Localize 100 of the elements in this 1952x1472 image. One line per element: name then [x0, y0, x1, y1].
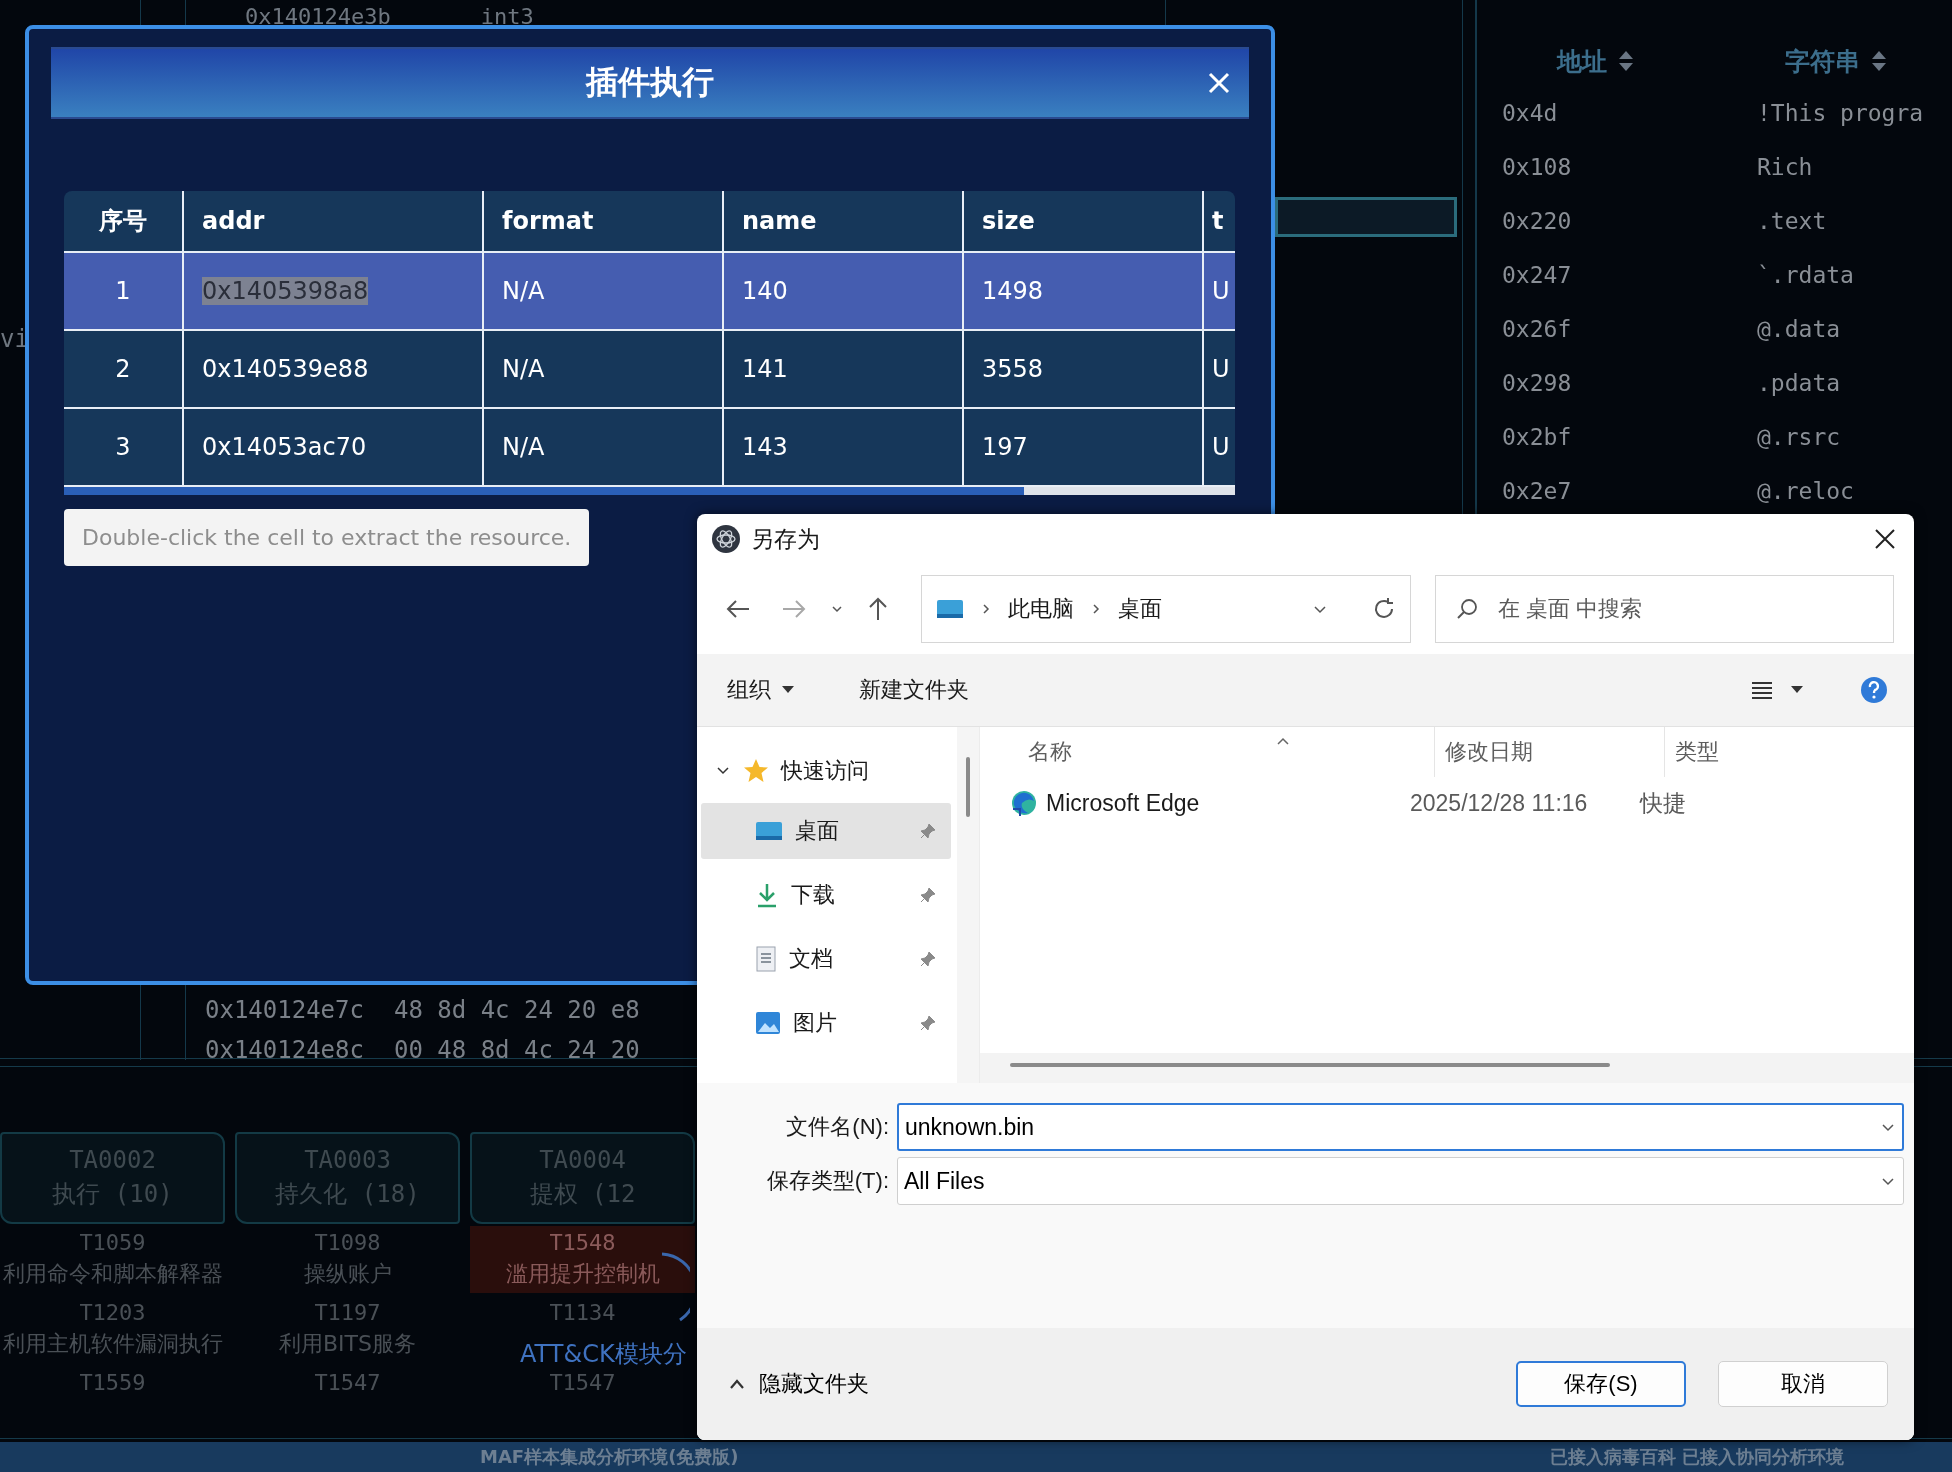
address-cell-text: 0x298: [1501, 370, 1573, 396]
file-date: 2025/12/28 11:16: [1410, 789, 1589, 817]
technique-id: T1547: [549, 1370, 616, 1395]
breadcrumb-item[interactable]: 此电脑: [1008, 594, 1074, 624]
string-cell: @.rsrc: [1757, 424, 1841, 450]
sidebar-item[interactable]: 桌面: [701, 803, 951, 859]
hex-address: 0x140124e7c: [205, 996, 364, 1024]
view-icon[interactable]: [1750, 680, 1774, 700]
technique-id: T1203: [79, 1300, 146, 1325]
address-cell-text: 0x26f: [1501, 316, 1573, 342]
breadcrumb-item[interactable]: 桌面: [1118, 594, 1162, 624]
table-cell[interactable]: 1498: [963, 252, 1203, 330]
technique-id: T1059: [79, 1230, 146, 1255]
field-label: 保存类型(T):: [765, 1167, 890, 1195]
picture-icon: [755, 1011, 781, 1035]
save-button[interactable]: 保存(S): [1516, 1361, 1686, 1407]
caret-icon[interactable]: [1790, 685, 1804, 695]
app-icon: [711, 524, 741, 554]
pin-icon[interactable]: [919, 950, 937, 968]
star-icon: [743, 758, 769, 784]
technique-id: T1559: [79, 1370, 146, 1395]
table-cell[interactable]: 0x140539e88: [183, 330, 483, 408]
tactic-name: 提权 (12: [529, 1179, 636, 1210]
organize-button[interactable]: 组织: [723, 671, 799, 709]
hex-bytes: 00 48 8d 4c 24 20: [393, 1036, 640, 1064]
string-cell: !This progra: [1757, 100, 1924, 126]
close-icon[interactable]: [1874, 528, 1896, 550]
field-label: 文件名(N):: [785, 1113, 890, 1141]
column-header[interactable]: 名称: [1028, 737, 1072, 767]
tactic-id: TA0003: [304, 1146, 391, 1174]
hex-bytes: 48 8d 4c 24 20 e8: [393, 996, 640, 1024]
table-cell[interactable]: 140: [723, 252, 963, 330]
string-cell: .pdata: [1757, 370, 1841, 396]
string-cell: `.rdata: [1757, 262, 1854, 288]
item-label: 图片: [793, 1009, 837, 1037]
download-icon: [755, 882, 779, 908]
technique-name: 利用BITS服务: [279, 1330, 416, 1358]
string-cell: @.data: [1757, 316, 1841, 342]
sidebar-item[interactable]: 下载: [701, 867, 951, 923]
table-cell[interactable]: 141: [723, 330, 963, 408]
desktop-icon: [936, 598, 964, 620]
search-field[interactable]: 在 桌面 中搜索: [1435, 575, 1894, 643]
address-cell-text: 0x2bf: [1501, 424, 1573, 450]
file-row[interactable]: Microsoft Edge 2025/12/28 11:16 快捷: [1010, 777, 1914, 829]
caret-icon: [781, 685, 795, 695]
search-icon: [1455, 597, 1479, 621]
table-cell[interactable]: 1: [64, 252, 183, 330]
cancel-button[interactable]: 取消: [1718, 1361, 1888, 1407]
address-cell-text: 0x108: [1501, 154, 1573, 180]
address-bar[interactable]: 此电脑 桌面: [921, 575, 1411, 643]
table-cell[interactable]: U: [1203, 252, 1235, 330]
cell-text: 0x1405398a8: [202, 277, 369, 305]
column-header[interactable]: 类型: [1675, 737, 1719, 767]
file-type: 快捷: [1640, 788, 1686, 818]
code-instruction: int3: [480, 4, 534, 29]
quick-access-group[interactable]: 快速访问: [697, 739, 979, 803]
technique-name: 利用主机软件漏洞执行: [2, 1330, 223, 1358]
scrollbar[interactable]: [957, 727, 979, 1083]
help-icon[interactable]: [1860, 676, 1888, 704]
column-header[interactable]: 地址: [1557, 44, 1607, 78]
tactic-id: TA0004: [539, 1146, 626, 1174]
up-icon: [867, 596, 889, 622]
hint-text: Double-click the cell to extract the resource.: [64, 509, 590, 566]
technique-id: T1098: [314, 1230, 381, 1255]
new-folder-button[interactable]: 新建文件夹: [855, 671, 973, 709]
technique-name: 操纵账户: [303, 1260, 392, 1288]
address-cell-text: 0x4d: [1501, 100, 1559, 126]
refresh-icon[interactable]: [1372, 597, 1396, 621]
item-label: 文档: [789, 945, 833, 973]
scrollbar[interactable]: [980, 1053, 1914, 1083]
table-cell[interactable]: N/A: [483, 330, 723, 408]
pin-icon[interactable]: [919, 1014, 937, 1032]
sidebar-item[interactable]: 文档: [701, 931, 951, 987]
sidebar-item[interactable]: 图片: [701, 995, 951, 1051]
dialog-title: 另存为: [751, 524, 820, 554]
text-fragment: vi: [0, 325, 29, 353]
table-cell[interactable]: 0x1405398a8: [183, 252, 483, 330]
forward-icon: [781, 598, 807, 620]
technique-id: T1197: [314, 1300, 381, 1325]
address-cell-text: 0x247: [1501, 262, 1573, 288]
technique-name: 利用命令和脚本解释器: [2, 1260, 223, 1288]
sort-icon[interactable]: [1870, 49, 1888, 73]
sort-icon[interactable]: [1617, 49, 1635, 73]
pin-icon[interactable]: [919, 822, 937, 840]
filetype-dropdown[interactable]: All Files: [897, 1157, 1904, 1205]
hide-folders-toggle[interactable]: 隐藏文件夹: [723, 1368, 875, 1400]
technique-name: 滥用提升控制机: [505, 1260, 660, 1288]
pin-icon[interactable]: [919, 886, 937, 904]
column-header[interactable]: 字符串: [1785, 44, 1860, 78]
table-cell[interactable]: 3558: [963, 330, 1203, 408]
hex-address: 0x140124e8c: [205, 1036, 364, 1064]
string-cell: @.reloc: [1757, 478, 1854, 504]
dialog-title: 插件执行: [586, 62, 714, 103]
scrollbar[interactable]: [64, 487, 1235, 495]
filename-field[interactable]: unknown.bin: [897, 1103, 1904, 1151]
table-cell[interactable]: 2: [64, 330, 183, 408]
document-icon: [755, 946, 777, 972]
table-cell[interactable]: N/A: [483, 252, 723, 330]
cell-text: 0x14053ac70: [202, 433, 367, 461]
column-header[interactable]: 修改日期: [1445, 737, 1533, 767]
